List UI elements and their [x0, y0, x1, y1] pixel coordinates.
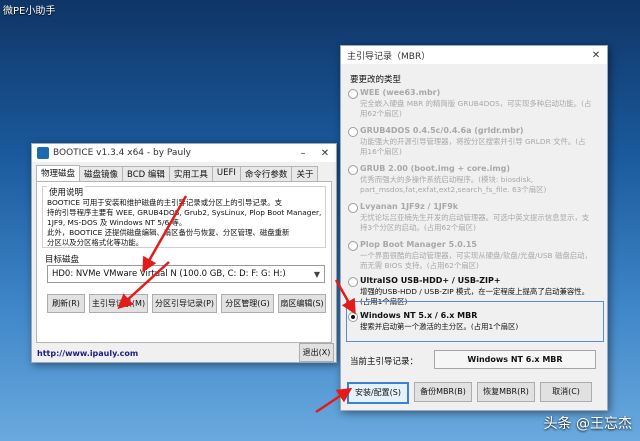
arrow-to-install-button: [315, 387, 353, 414]
arrow-to-mbr-button: [117, 261, 170, 310]
arrow-to-disk-select: [142, 195, 188, 273]
watermark: 头条 @王忘杰: [543, 416, 632, 432]
arrow-to-windows-option: [334, 279, 356, 315]
annotation-arrows: [117, 195, 356, 414]
